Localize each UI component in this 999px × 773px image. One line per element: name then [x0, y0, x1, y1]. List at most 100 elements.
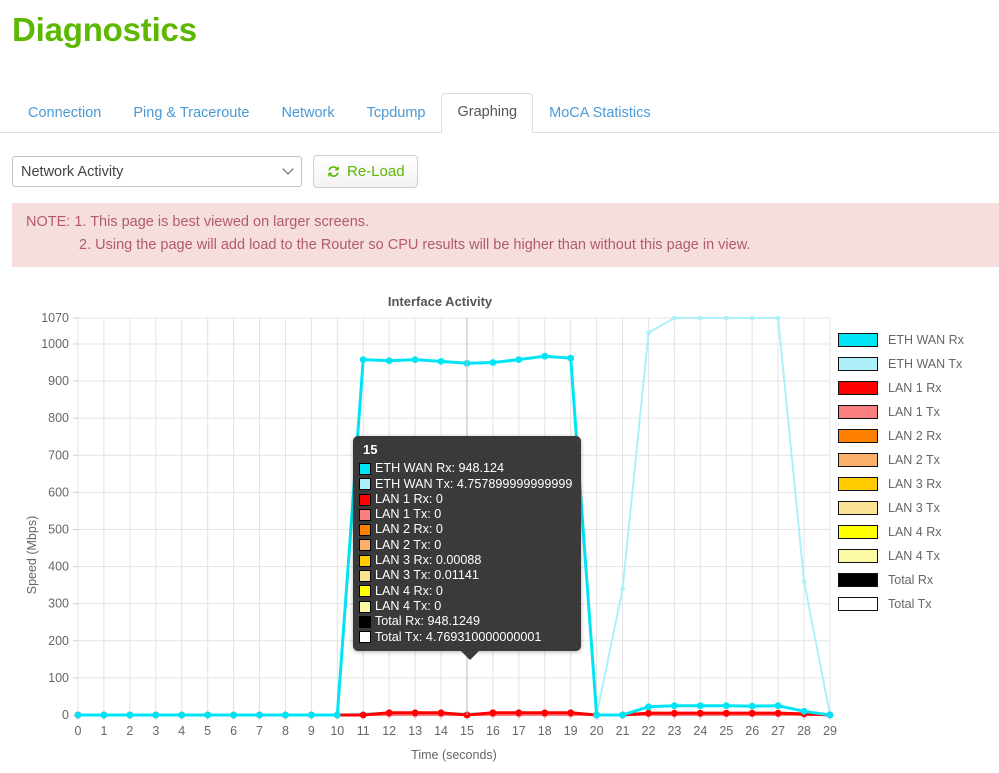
legend-item[interactable]: ETH WAN Rx — [838, 328, 998, 352]
x-tick-label: 3 — [152, 724, 159, 738]
tooltip-swatch — [359, 616, 371, 628]
series-point — [723, 710, 730, 717]
tooltip-row-text: LAN 3 Tx: 0.01141 — [375, 568, 479, 583]
legend-item[interactable]: LAN 1 Tx — [838, 400, 998, 424]
series-point — [724, 316, 729, 321]
legend-label: ETH WAN Tx — [888, 357, 962, 371]
legend-swatch-lan-3-tx — [838, 501, 878, 515]
series-point — [334, 712, 341, 719]
series-point — [672, 316, 677, 321]
series-point — [360, 356, 367, 363]
y-tick-label: 100 — [48, 671, 69, 685]
tooltip-row: LAN 4 Tx: 0 — [359, 599, 575, 614]
x-tick-label: 13 — [408, 724, 422, 738]
x-tick-label: 15 — [460, 724, 474, 738]
series-point — [775, 710, 782, 717]
legend-item[interactable]: LAN 2 Tx — [838, 448, 998, 472]
legend-item[interactable]: LAN 1 Rx — [838, 376, 998, 400]
legend-label: LAN 4 Tx — [888, 549, 940, 563]
x-tick-label: 25 — [719, 724, 733, 738]
tooltip-arrow — [461, 651, 479, 660]
legend-label: Total Tx — [888, 597, 932, 611]
reload-button[interactable]: Re-Load — [313, 155, 418, 188]
legend-item[interactable]: LAN 2 Rx — [838, 424, 998, 448]
tab-network[interactable]: Network — [265, 94, 350, 133]
series-point — [619, 712, 626, 719]
legend-item[interactable]: ETH WAN Tx — [838, 352, 998, 376]
x-tick-label: 18 — [538, 724, 552, 738]
y-tick-label: 0 — [62, 708, 69, 722]
series-point — [360, 712, 367, 719]
legend-label: LAN 1 Rx — [888, 381, 942, 395]
tooltip-row-text: LAN 2 Tx: 0 — [375, 538, 441, 553]
y-tick-label: 800 — [48, 411, 69, 425]
tab-moca-statistics[interactable]: MoCA Statistics — [533, 94, 667, 133]
x-tick-label: 23 — [667, 724, 681, 738]
legend-item[interactable]: LAN 4 Tx — [838, 544, 998, 568]
x-tick-label: 27 — [771, 724, 785, 738]
series-point — [515, 709, 522, 716]
legend-swatch-lan-2-tx — [838, 453, 878, 467]
legend-item[interactable]: LAN 3 Tx — [838, 496, 998, 520]
legend-swatch-lan-4-rx — [838, 525, 878, 539]
tooltip-row-text: LAN 4 Tx: 0 — [375, 599, 441, 614]
tooltip-row: LAN 2 Rx: 0 — [359, 522, 575, 537]
series-point — [126, 712, 133, 719]
series-point — [152, 712, 159, 719]
tooltip-row: ETH WAN Rx: 948.124 — [359, 461, 575, 476]
graph-type-select[interactable]: Network Activity — [12, 156, 302, 187]
x-tick-label: 8 — [282, 724, 289, 738]
chart-tooltip: 15 ETH WAN Rx: 948.124ETH WAN Tx: 4.7578… — [353, 436, 581, 651]
legend-label: LAN 2 Tx — [888, 453, 940, 467]
tab-tcpdump[interactable]: Tcpdump — [351, 94, 442, 133]
tooltip-row-text: Total Tx: 4.769310000000001 — [375, 630, 541, 645]
y-tick-label: 1000 — [41, 337, 69, 351]
legend-item[interactable]: LAN 4 Rx — [838, 520, 998, 544]
x-tick-label: 11 — [357, 724, 370, 738]
tooltip-row-text: LAN 1 Tx: 0 — [375, 507, 441, 522]
tooltip-row: LAN 3 Tx: 0.01141 — [359, 568, 575, 583]
tab-connection[interactable]: Connection — [12, 94, 117, 133]
x-tick-label: 5 — [204, 724, 211, 738]
series-point — [567, 355, 574, 362]
legend-item[interactable]: Total Tx — [838, 592, 998, 616]
note-line-1: NOTE: 1. This page is best viewed on lar… — [26, 211, 985, 234]
legend-item[interactable]: LAN 3 Rx — [838, 472, 998, 496]
legend-label: ETH WAN Rx — [888, 333, 964, 347]
series-point — [438, 709, 445, 716]
series-point — [827, 712, 834, 719]
y-tick-label: 400 — [48, 560, 69, 574]
tooltip-row-text: ETH WAN Rx: 948.124 — [375, 461, 504, 476]
y-tick-label: 900 — [48, 374, 69, 388]
series-point — [412, 709, 419, 716]
legend-label: LAN 1 Tx — [888, 405, 940, 419]
series-point — [541, 709, 548, 716]
legend-swatch-lan-4-tx — [838, 549, 878, 563]
legend-label: LAN 3 Rx — [888, 477, 942, 491]
legend-swatch-eth-wan-rx — [838, 333, 878, 347]
tooltip-row-text: LAN 2 Rx: 0 — [375, 522, 443, 537]
tab-ping-traceroute[interactable]: Ping & Traceroute — [117, 94, 265, 133]
x-tick-label: 7 — [256, 724, 263, 738]
series-point — [490, 359, 497, 366]
x-tick-label: 10 — [330, 724, 344, 738]
tooltip-row: LAN 1 Rx: 0 — [359, 492, 575, 507]
legend-swatch-lan-1-tx — [838, 405, 878, 419]
y-tick-label: 700 — [48, 448, 69, 462]
y-tick-label: 200 — [48, 634, 69, 648]
graph-type-select-wrapper: Network Activity — [12, 156, 302, 187]
tooltip-row-text: Total Rx: 948.1249 — [375, 614, 480, 629]
tooltip-row: Total Tx: 4.769310000000001 — [359, 630, 575, 645]
series-point — [593, 712, 600, 719]
tooltip-row: LAN 2 Tx: 0 — [359, 538, 575, 553]
legend-item[interactable]: Total Rx — [838, 568, 998, 592]
tab-bar: Connection Ping & Traceroute Network Tcp… — [0, 93, 999, 133]
legend-label: LAN 3 Tx — [888, 501, 940, 515]
tooltip-swatch — [359, 585, 371, 597]
diagnostics-page: Diagnostics Connection Ping & Traceroute… — [0, 0, 999, 773]
series-point — [671, 710, 678, 717]
x-tick-label: 21 — [616, 724, 630, 738]
series-point — [620, 587, 625, 592]
tab-graphing[interactable]: Graphing — [441, 93, 533, 133]
tooltip-row-text: ETH WAN Tx: 4.757899999999999 — [375, 477, 572, 492]
